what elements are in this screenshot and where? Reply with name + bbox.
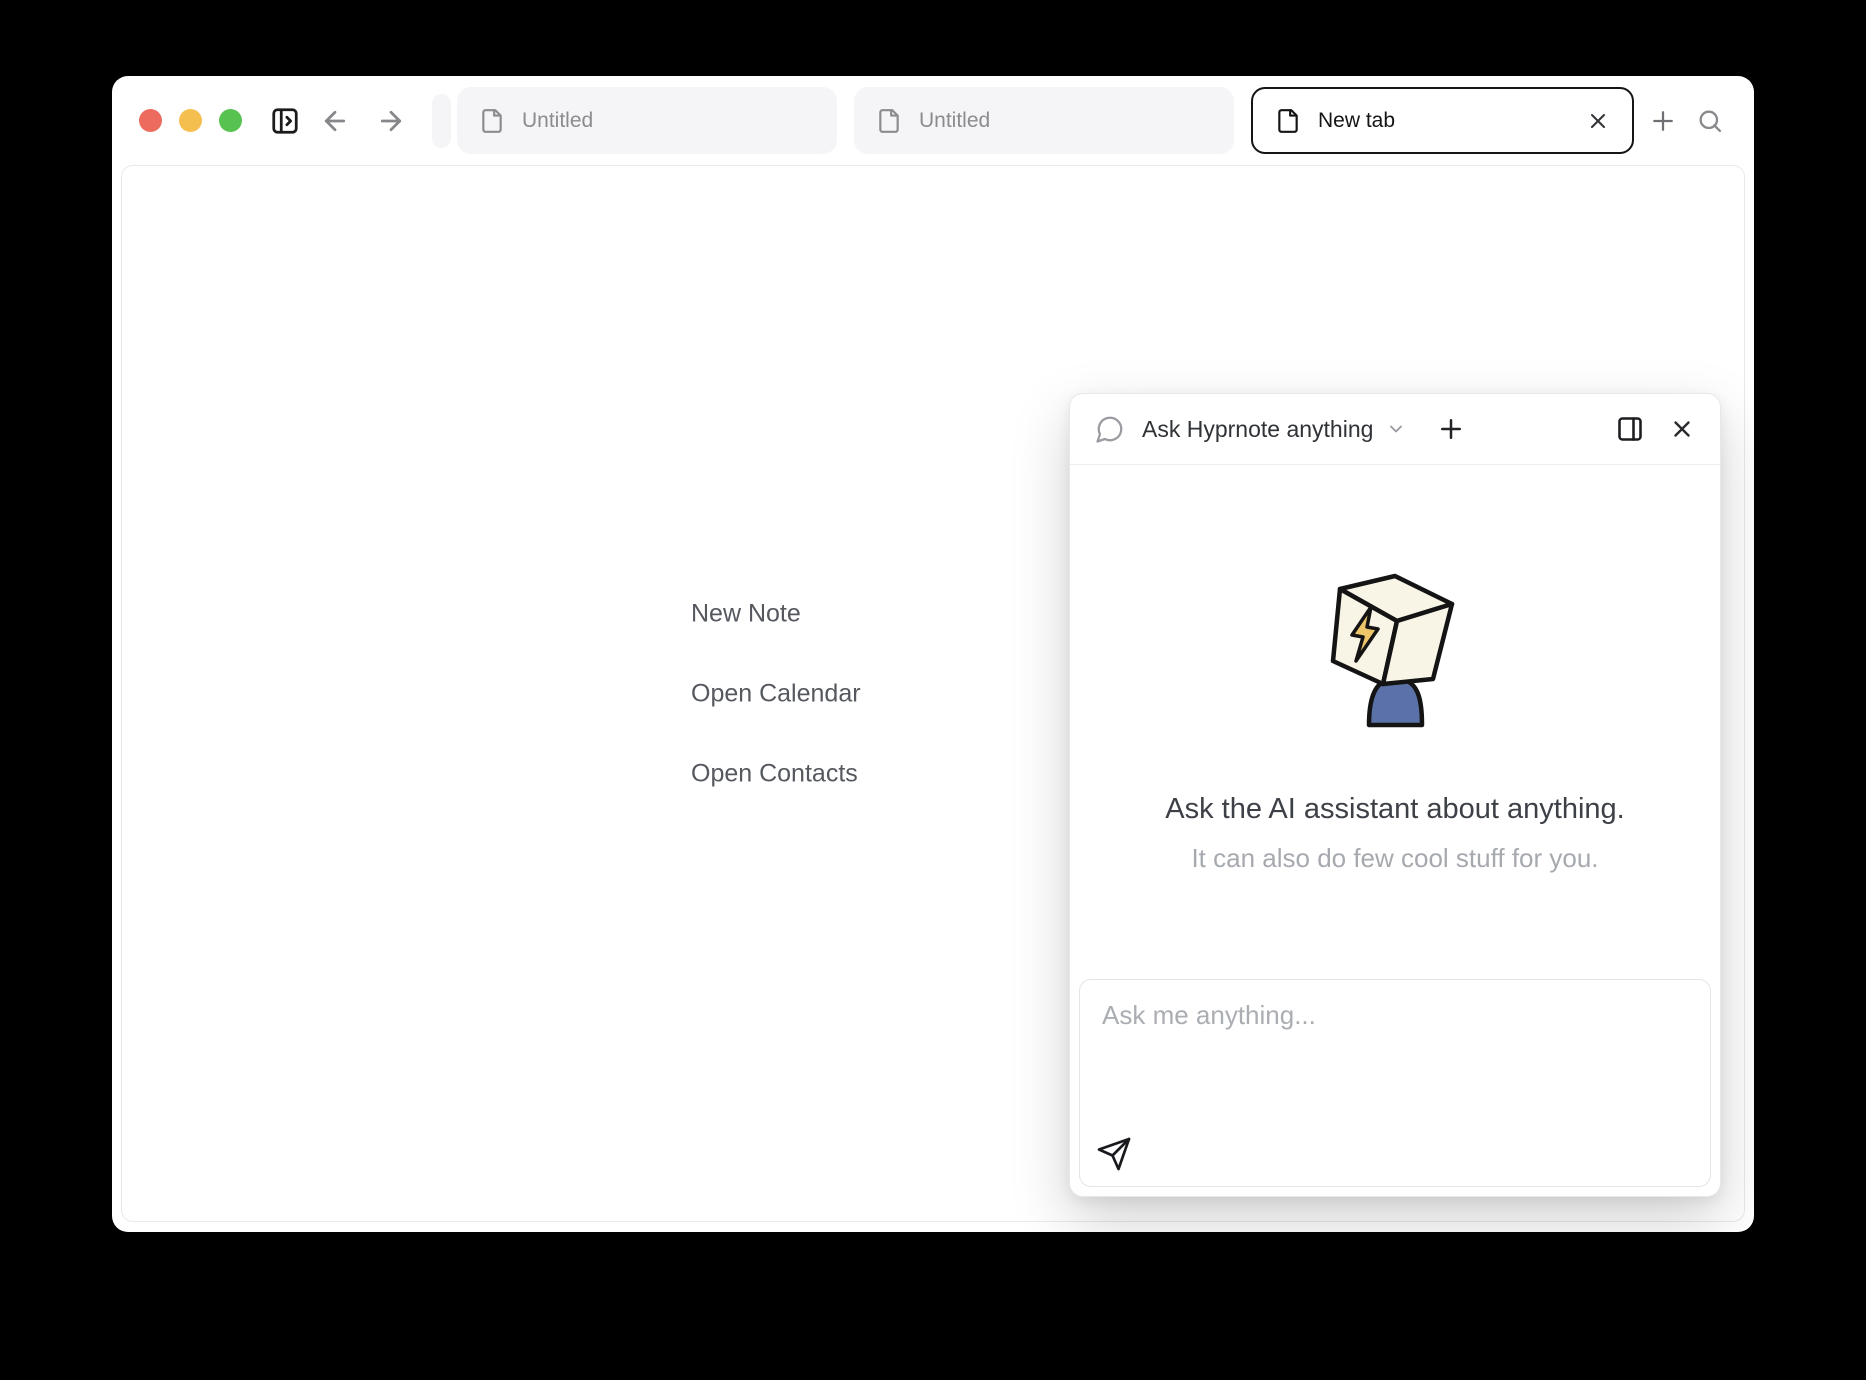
- search-button[interactable]: [1696, 107, 1724, 135]
- tab-label: Untitled: [522, 109, 593, 133]
- file-icon: [479, 108, 505, 134]
- tab-bar: Untitled Untitled New tab: [457, 87, 1634, 154]
- close-assistant-button[interactable]: [1669, 416, 1695, 442]
- search-icon: [1696, 107, 1724, 135]
- assistant-title: Ask Hyprnote anything: [1142, 416, 1373, 443]
- tab-label: Untitled: [919, 109, 990, 133]
- assistant-panel: Ask Hyprnote anything: [1069, 393, 1721, 1197]
- expand-panel-button[interactable]: [1616, 415, 1644, 443]
- assistant-subtitle: It can also do few cool stuff for you.: [1191, 843, 1598, 874]
- assistant-selector[interactable]: Ask Hyprnote anything: [1095, 414, 1406, 444]
- assistant-header: Ask Hyprnote anything: [1070, 394, 1720, 465]
- new-note-link[interactable]: New Note: [691, 598, 861, 629]
- close-window-button[interactable]: [139, 109, 162, 132]
- content-area: New Note Open Calendar Open Contacts Ask…: [121, 165, 1745, 1222]
- chat-input[interactable]: [1080, 980, 1710, 1186]
- traffic-lights: [139, 109, 242, 132]
- close-tab-button[interactable]: [1586, 109, 1610, 133]
- back-button[interactable]: [320, 106, 350, 136]
- file-icon: [1275, 108, 1301, 134]
- close-icon: [1669, 416, 1695, 442]
- close-icon: [1586, 109, 1610, 133]
- forward-button[interactable]: [376, 106, 406, 136]
- tab-strip-edge: [432, 94, 451, 148]
- chat-input-box: [1079, 979, 1711, 1187]
- title-bar: Untitled Untitled New tab: [112, 76, 1754, 165]
- app-window: Untitled Untitled New tab: [112, 76, 1754, 1232]
- assistant-headline: Ask the AI assistant about anything.: [1165, 793, 1624, 826]
- tab-untitled-2[interactable]: Untitled: [854, 87, 1234, 154]
- open-contacts-link[interactable]: Open Contacts: [691, 758, 861, 789]
- tab-label: New tab: [1318, 109, 1395, 133]
- robot-mascot: [1320, 571, 1470, 731]
- zoom-window-button[interactable]: [219, 109, 242, 132]
- send-icon: [1096, 1136, 1132, 1172]
- quick-actions: New Note Open Calendar Open Contacts: [691, 598, 861, 789]
- sidebar-toggle-button[interactable]: [270, 106, 300, 136]
- open-calendar-link[interactable]: Open Calendar: [691, 678, 861, 709]
- send-button[interactable]: [1096, 1136, 1132, 1172]
- arrow-left-icon: [320, 106, 350, 136]
- tab-new-tab-active[interactable]: New tab: [1251, 87, 1634, 154]
- panel-left-toggle-icon: [270, 106, 300, 136]
- assistant-footer: [1070, 979, 1720, 1196]
- message-bubble-icon: [1095, 414, 1125, 444]
- plus-icon: [1436, 414, 1466, 444]
- arrow-right-icon: [376, 106, 406, 136]
- file-icon: [876, 108, 902, 134]
- minimize-window-button[interactable]: [179, 109, 202, 132]
- new-chat-button[interactable]: [1436, 414, 1466, 444]
- plus-icon: [1648, 106, 1678, 136]
- panel-right-icon: [1616, 415, 1644, 443]
- chevron-down-icon: [1386, 419, 1406, 439]
- tab-untitled-1[interactable]: Untitled: [457, 87, 837, 154]
- new-tab-button[interactable]: [1648, 106, 1678, 136]
- assistant-empty-state: Ask the AI assistant about anything. It …: [1070, 465, 1720, 979]
